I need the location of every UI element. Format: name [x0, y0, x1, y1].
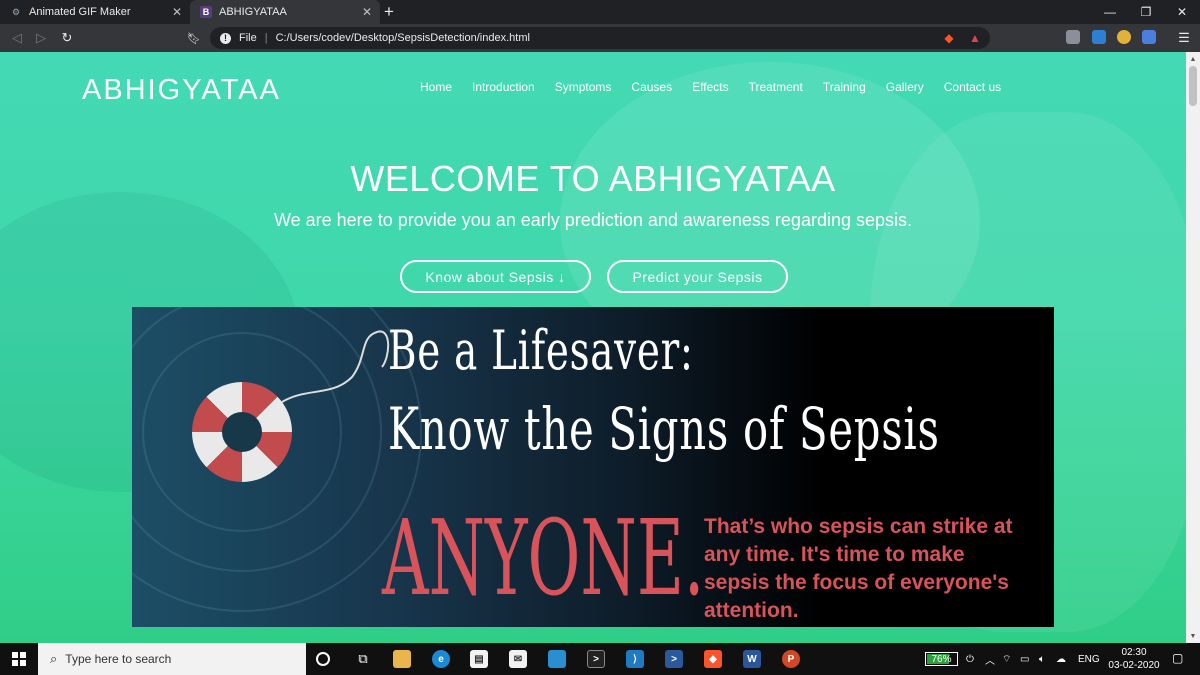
know-about-sepsis-button[interactable]: Know about Sepsis ↓ [400, 260, 591, 293]
nav-training[interactable]: Training [823, 80, 866, 94]
new-tab-button[interactable]: + [384, 2, 394, 22]
volume-icon[interactable]: 🔈︎ [1039, 643, 1045, 675]
translate-extension-icon[interactable] [1142, 30, 1156, 44]
store-icon[interactable]: ▤ [470, 650, 488, 668]
scrollbar-thumb[interactable] [1189, 66, 1197, 106]
cortana-icon[interactable] [316, 652, 330, 666]
browser-tab-strip: ⚙ Animated GIF Maker ✕ B ABHIGYATAA ✕ + … [0, 0, 1200, 24]
tab-title: ABHIGYATAA [219, 6, 287, 18]
omnibox-separator: | [264, 32, 268, 44]
windows-start-icon[interactable] [0, 643, 38, 675]
close-tab-icon[interactable]: ✕ [172, 5, 182, 19]
windows-taskbar: ⌕ Type here to search ⧉ e ▤ ✉ > ⟩ > ◆ W … [0, 643, 1200, 675]
brave-taskbar-icon[interactable]: ◆ [704, 650, 722, 668]
page-scrollbar[interactable]: ▲ ▼ [1186, 52, 1200, 643]
lifebuoy-icon [192, 382, 292, 482]
predict-sepsis-button[interactable]: Predict your Sepsis [607, 260, 788, 293]
nav-causes[interactable]: Causes [631, 80, 672, 94]
search-placeholder: Type here to search [65, 652, 172, 666]
tab-title: Animated GIF Maker [29, 6, 131, 18]
nav-introduction[interactable]: Introduction [472, 80, 535, 94]
nav-symptoms[interactable]: Symptoms [555, 80, 612, 94]
browser-toolbar: ◁ ▷ ↻ 🔖︎ ! File | C:/Users/codev/Desktop… [0, 24, 1200, 52]
nav-contact-us[interactable]: Contact us [944, 80, 1001, 94]
vscode-icon[interactable]: ⟩ [626, 650, 644, 668]
bootstrap-favicon-icon: B [200, 6, 212, 18]
nav-treatment[interactable]: Treatment [749, 80, 803, 94]
powershell-icon[interactable]: > [665, 650, 683, 668]
extension-icon[interactable] [1066, 30, 1080, 44]
taskbar-search-input[interactable]: ⌕ Type here to search [38, 643, 306, 675]
web-page: ABHIGYATAA Home Introduction Symptoms Ca… [0, 52, 1186, 643]
extension-icon[interactable] [1092, 30, 1106, 44]
restore-window-icon[interactable]: ❐ [1126, 0, 1166, 24]
browser-menu-icon[interactable]: ☰ [1175, 29, 1193, 47]
word-icon[interactable]: W [743, 650, 761, 668]
battery-indicator[interactable]: 76% [925, 652, 958, 666]
forward-icon[interactable]: ▷ [32, 29, 50, 47]
mail-icon[interactable]: ✉ [509, 650, 527, 668]
address-bar[interactable]: ! File | C:/Users/codev/Desktop/SepsisDe… [210, 27, 990, 49]
gif-maker-favicon-icon: ⚙ [11, 6, 21, 17]
show-hidden-icons-icon[interactable]: ︿ [985, 643, 995, 675]
banner-body-text: That’s who sepsis can strike at any time… [704, 515, 1013, 622]
scroll-up-icon[interactable]: ▲ [1186, 52, 1200, 66]
clock-time: 02:30 [1121, 647, 1147, 658]
brave-shields-icon[interactable]: ◆ [940, 29, 958, 47]
banner-anyone-text: ANYONE. [382, 497, 705, 619]
scroll-down-icon[interactable]: ▼ [1186, 629, 1200, 643]
power-plug-icon: ⏻ [966, 653, 974, 665]
nav-effects[interactable]: Effects [692, 80, 728, 94]
tab-abhigyataa[interactable]: B ABHIGYATAA ✕ [190, 0, 380, 24]
nav-home[interactable]: Home [420, 80, 452, 94]
tab-animated-gif-maker[interactable]: ⚙ Animated GIF Maker ✕ [0, 0, 190, 24]
banner-headline-line1: Be a Lifesaver: [388, 319, 694, 382]
terminal-icon[interactable]: > [587, 650, 605, 668]
wifi-icon[interactable]: ⌔ [1002, 643, 1011, 675]
language-indicator[interactable]: ENG [1078, 643, 1100, 675]
clock[interactable]: 02:30 03-02-2020 [1104, 646, 1164, 672]
onedrive-icon[interactable]: ☁ [1056, 643, 1066, 675]
powerpoint-icon[interactable]: P [782, 650, 800, 668]
task-view-icon[interactable]: ⧉ [354, 650, 372, 668]
hero-subtitle: We are here to provide you an early pred… [273, 210, 913, 230]
remote-desktop-icon[interactable] [548, 650, 566, 668]
close-tab-icon[interactable]: ✕ [362, 5, 372, 19]
close-window-icon[interactable]: ✕ [1162, 0, 1200, 24]
bookmark-icon[interactable]: 🔖︎ [185, 29, 203, 47]
scheme-label: File [239, 32, 257, 44]
search-icon: ⌕ [50, 651, 58, 666]
extension-icon[interactable] [1117, 30, 1131, 44]
banner-headline-line2: Know the Signs of Sepsis [388, 395, 940, 463]
back-icon[interactable]: ◁ [8, 29, 26, 47]
notification-center-icon[interactable]: ▢ [1172, 651, 1188, 667]
hero-title: WELCOME TO ABHIGYATAA [350, 158, 836, 199]
reload-icon[interactable]: ↻ [58, 29, 76, 47]
edge-icon[interactable]: e [432, 650, 450, 668]
battery-percent: 76% [931, 653, 952, 665]
minimize-window-icon[interactable]: — [1090, 0, 1130, 24]
clock-date: 03-02-2020 [1108, 660, 1160, 671]
site-info-icon[interactable]: ! [220, 32, 231, 44]
site-logo[interactable]: ABHIGYATAA [82, 74, 281, 107]
nav-gallery[interactable]: Gallery [886, 80, 924, 94]
sepsis-awareness-banner: Be a Lifesaver: Know the Signs of Sepsis… [132, 307, 1054, 627]
url-text: C:/Users/codev/Desktop/SepsisDetection/i… [275, 32, 530, 44]
battery-tray-icon[interactable]: ▭ [1020, 643, 1029, 675]
brave-rewards-icon[interactable]: ▲ [966, 29, 984, 47]
site-navigation: Home Introduction Symptoms Causes Effect… [420, 80, 1021, 94]
file-explorer-icon[interactable] [393, 650, 411, 668]
